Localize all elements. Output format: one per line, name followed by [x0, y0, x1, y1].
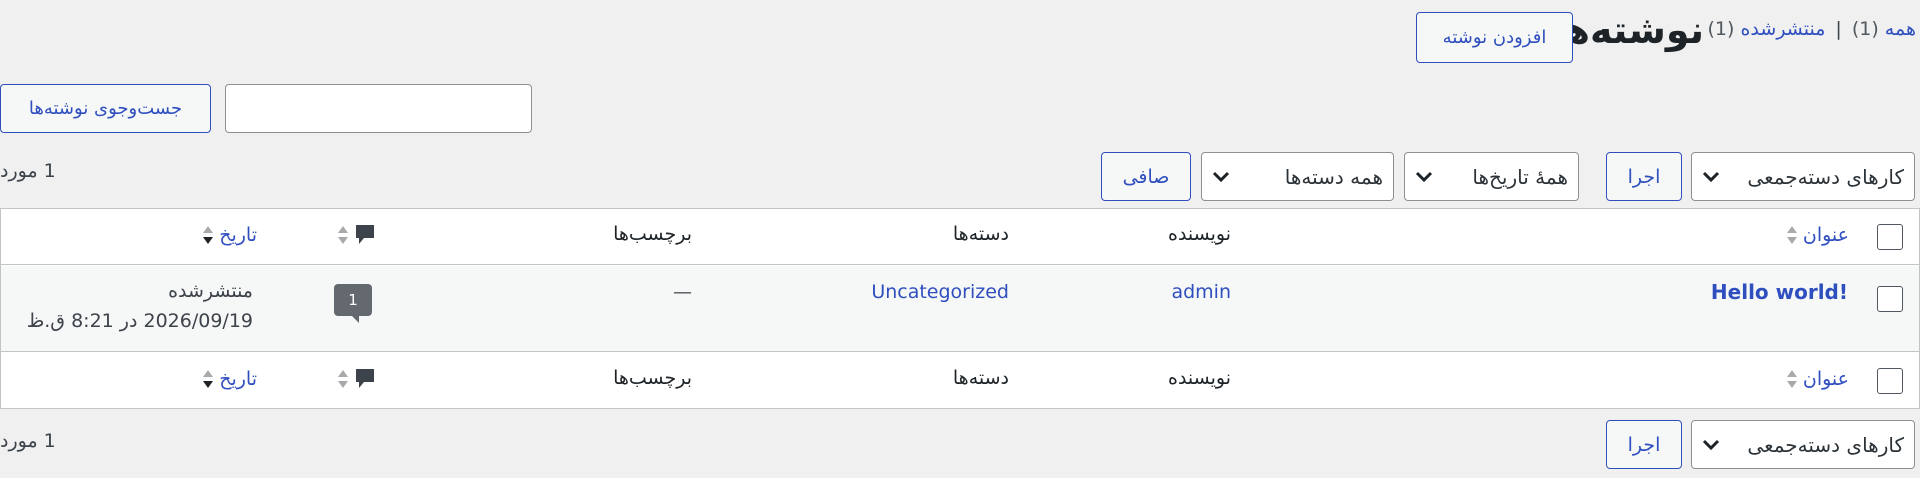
view-published-count: (1)	[1707, 18, 1735, 40]
column-title-label[interactable]: عنوان	[1803, 224, 1849, 246]
filter-button[interactable]: صافی	[1101, 152, 1191, 201]
row-checkbox[interactable]	[1877, 286, 1903, 312]
dates-filter-label: همهٔ تاریخ‌ها	[1472, 164, 1568, 189]
sort-arrows-icon	[201, 367, 215, 391]
column-categories-header: دسته‌ها	[952, 223, 1009, 245]
select-all-checkbox[interactable]	[1877, 224, 1903, 250]
sort-arrows-icon	[336, 367, 350, 391]
view-all[interactable]: همه (1)	[1852, 18, 1916, 40]
column-comments-footer[interactable]	[336, 367, 376, 391]
bulk-actions-select-top[interactable]: کارهای دسته‌جمعی	[1691, 152, 1915, 201]
items-count-top: 1 مورد	[0, 160, 56, 182]
comment-count[interactable]: 1	[348, 291, 358, 309]
select-all-checkbox-footer[interactable]	[1877, 368, 1903, 394]
status-views: همه (1) | منتشرشده (1)	[1707, 18, 1916, 40]
column-title-footer[interactable]: عنوان	[1785, 367, 1849, 391]
chevron-down-icon	[1700, 434, 1722, 456]
table-footer-row: عنوان نویسنده دسته‌ها برچسب‌ها تاریخ	[1, 353, 1919, 409]
view-all-label[interactable]: همه	[1885, 18, 1916, 40]
post-title-text[interactable]: Hello world!	[1711, 280, 1848, 304]
column-date-footer[interactable]: تاریخ	[201, 367, 257, 391]
categories-filter-label: همه دسته‌ها	[1284, 164, 1383, 189]
bulk-actions-select-bottom[interactable]: کارهای دسته‌جمعی	[1691, 420, 1915, 469]
search-posts-button[interactable]: جست‌وجوی نوشته‌ها	[0, 84, 211, 133]
chevron-down-icon	[1700, 166, 1722, 188]
chevron-down-icon	[1413, 166, 1435, 188]
bulk-actions-label: کارهای دسته‌جمعی	[1747, 164, 1904, 189]
view-published[interactable]: منتشرشده (1)	[1707, 18, 1825, 40]
post-date: 2026/09/19 در 8:21 ق.ظ	[26, 310, 253, 332]
comment-bubble-icon	[354, 223, 376, 247]
column-author-footer: نویسنده	[1167, 367, 1231, 389]
table-row: Hello world! admin Uncategorized — 1 منت…	[1, 266, 1919, 352]
sort-arrows-icon	[1785, 367, 1799, 391]
comment-bubble-icon	[354, 367, 376, 391]
categories-filter-select[interactable]: همه دسته‌ها	[1201, 152, 1394, 201]
add-new-post-button[interactable]: افزودن نوشته	[1416, 12, 1573, 63]
bulk-actions-label-bottom: کارهای دسته‌جمعی	[1747, 432, 1904, 457]
sort-arrows-icon	[1785, 223, 1799, 247]
search-input[interactable]	[225, 84, 532, 133]
view-all-count: (1)	[1851, 18, 1879, 40]
post-author-link[interactable]: admin	[1171, 281, 1231, 303]
post-tags-empty: —	[673, 281, 692, 303]
post-title-link[interactable]: Hello world!	[1711, 280, 1848, 304]
column-categories-footer: دسته‌ها	[952, 367, 1009, 389]
column-title-header[interactable]: عنوان	[1785, 223, 1849, 247]
sort-arrows-icon	[336, 223, 350, 247]
column-date-header[interactable]: تاریخ	[201, 223, 257, 247]
apply-button-top[interactable]: اجرا	[1606, 152, 1682, 201]
column-date-label[interactable]: تاریخ	[219, 224, 257, 246]
column-tags-footer: برچسب‌ها	[613, 367, 692, 389]
chevron-down-icon	[1210, 166, 1232, 188]
items-count-bottom: 1 مورد	[0, 430, 56, 452]
comment-count-badge[interactable]: 1	[334, 284, 372, 323]
column-date-footer-label[interactable]: تاریخ	[219, 368, 257, 390]
sort-arrows-icon	[201, 223, 215, 247]
column-title-footer-label[interactable]: عنوان	[1803, 368, 1849, 390]
column-comments-header[interactable]	[336, 223, 376, 247]
views-separator: |	[1835, 18, 1842, 40]
post-category-link[interactable]: Uncategorized	[871, 281, 1009, 303]
column-author-header: نویسنده	[1167, 223, 1231, 245]
apply-button-bottom[interactable]: اجرا	[1606, 420, 1682, 469]
view-published-label[interactable]: منتشرشده	[1740, 18, 1825, 40]
dates-filter-select[interactable]: همهٔ تاریخ‌ها	[1404, 152, 1579, 201]
table-header-row: عنوان نویسنده دسته‌ها برچسب‌ها تاریخ	[1, 209, 1919, 265]
column-tags-header: برچسب‌ها	[613, 223, 692, 245]
post-status: منتشرشده	[168, 280, 253, 302]
posts-table: عنوان نویسنده دسته‌ها برچسب‌ها تاریخ	[0, 208, 1920, 409]
